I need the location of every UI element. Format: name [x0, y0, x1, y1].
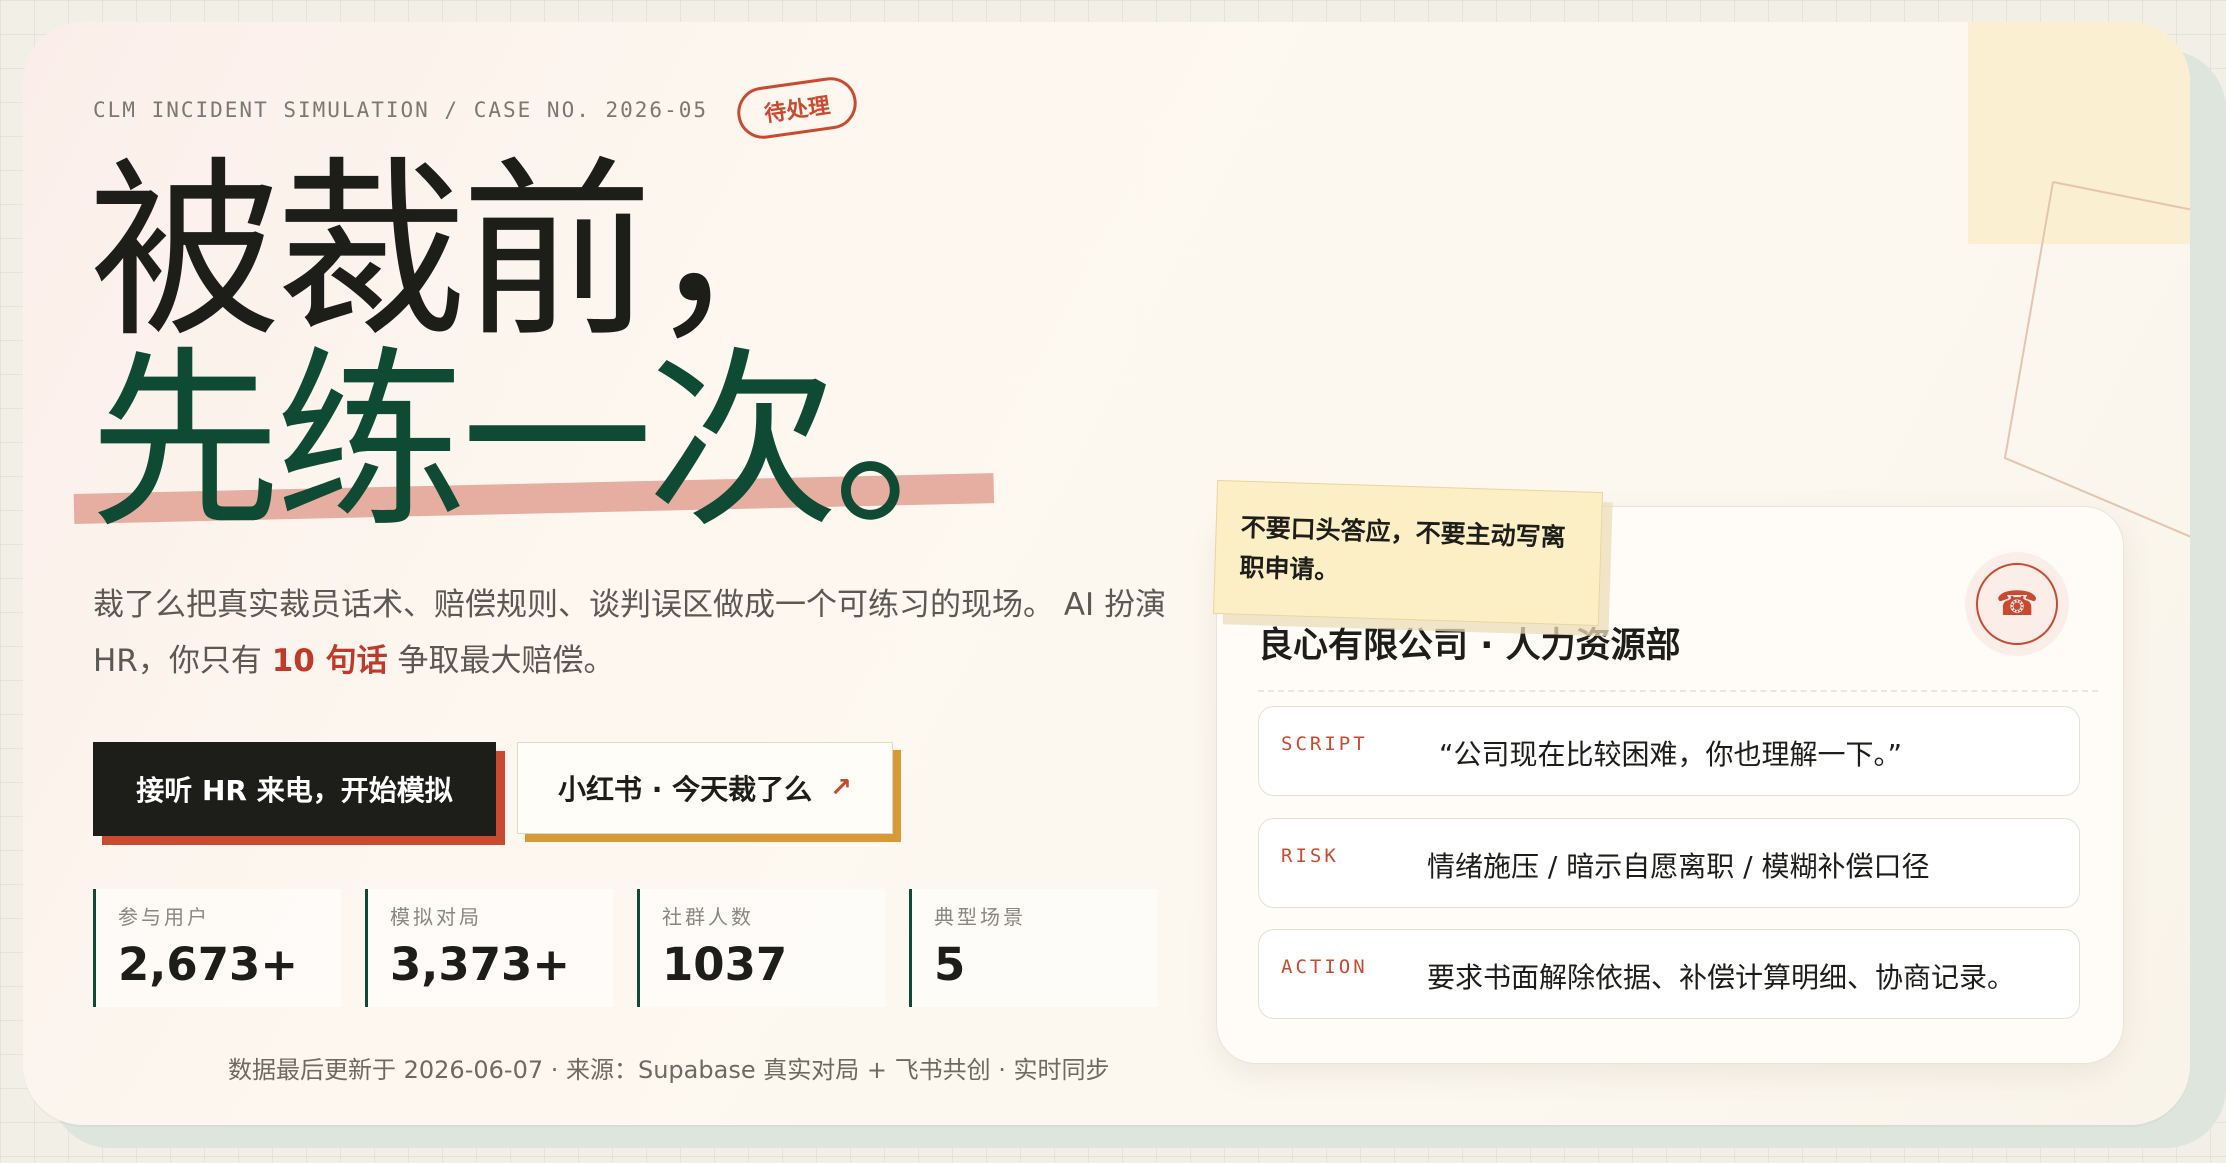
stats-row: 参与用户 2,673+ 模拟对局 3,373+ 社群人数 1037 典型场景 5: [93, 889, 1181, 1007]
subtitle-text-2: 争取最大赔偿。: [387, 643, 615, 679]
row-text: 情绪施压 / 暗示自愿离职 / 模糊补偿口径: [1427, 850, 1930, 883]
subtitle-text-1: 裁了么把真实裁员话术、赔偿规则、谈判误区做成一个可练习的现场。 AI 扮演 HR…: [93, 587, 1167, 679]
phone-button[interactable]: ☎: [1965, 552, 2069, 656]
stat-simulations: 模拟对局 3,373+: [365, 889, 613, 1007]
case-number-line: CLM INCIDENT SIMULATION / CASE NO. 2026-…: [93, 98, 709, 122]
stat-value: 1037: [662, 938, 788, 991]
action-row: ACTION 要求书面解除依据、补偿计算明细、协商记录。: [1258, 929, 2080, 1019]
start-simulation-button[interactable]: 接听 HR 来电，开始模拟: [93, 742, 496, 836]
hero-card: CLM INCIDENT SIMULATION / CASE NO. 2026-…: [23, 22, 2190, 1125]
company-name: 良心有限公司 · 人力资源部: [1258, 626, 1681, 666]
subtitle-accent: 10 句话: [271, 643, 388, 679]
stat-scenarios: 典型场景 5: [909, 889, 1157, 1007]
xiaohongshu-link-button[interactable]: 小红书 · 今天裁了么 ↗: [517, 742, 893, 834]
stat-label: 典型场景: [934, 905, 1026, 929]
phone-icon: ☎: [1976, 563, 2058, 645]
hero-title-line-2: 先练一次。: [89, 331, 1025, 554]
stat-label: 参与用户: [118, 905, 210, 929]
row-tag: SCRIPT: [1281, 733, 1368, 755]
sticky-note: 不要口头答应，不要主动写离职申请。: [1212, 479, 1604, 627]
stat-label: 模拟对局: [390, 905, 482, 929]
data-footnote: 数据最后更新于 2026-06-07 · 来源：Supabase 真实对局 + …: [228, 1056, 1110, 1084]
script-row: SCRIPT “公司现在比较困难，你也理解一下。”: [1258, 706, 2080, 796]
xiaohongshu-label: 小红书 · 今天裁了么: [558, 773, 813, 806]
stat-value: 3,373+: [390, 938, 571, 991]
row-tag: RISK: [1281, 845, 1339, 867]
hero-title-line-1: 被裁前，: [89, 141, 839, 364]
stat-participants: 参与用户 2,673+: [93, 889, 341, 1007]
hero-subtitle: 裁了么把真实裁员话术、赔偿规则、谈判误区做成一个可练习的现场。 AI 扮演 HR…: [93, 577, 1198, 689]
stat-value: 5: [934, 938, 966, 991]
stat-label: 社群人数: [662, 905, 754, 929]
row-tag: ACTION: [1281, 956, 1368, 978]
decorative-lines: [2003, 181, 2190, 538]
row-text: “公司现在比较困难，你也理解一下。”: [1439, 738, 1903, 771]
stat-community: 社群人数 1037: [637, 889, 885, 1007]
arrow-up-right-icon: ↗: [830, 773, 852, 803]
row-text: 要求书面解除依据、补偿计算明细、协商记录。: [1427, 961, 2016, 994]
stat-value: 2,673+: [118, 938, 299, 991]
panel-divider: [1258, 690, 2098, 692]
risk-row: RISK 情绪施压 / 暗示自愿离职 / 模糊补偿口径: [1258, 818, 2080, 908]
status-stamp: 待处理: [733, 73, 861, 143]
start-simulation-label: 接听 HR 来电，开始模拟: [136, 774, 453, 807]
